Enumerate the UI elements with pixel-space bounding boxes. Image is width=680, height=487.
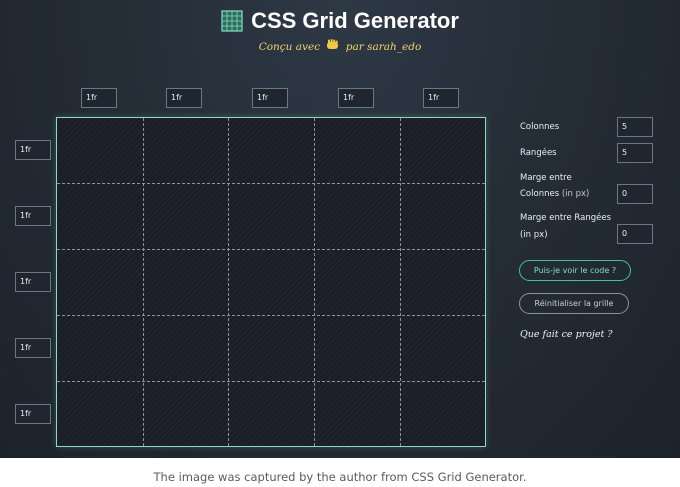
column-size-input-2[interactable]: 1fr	[166, 88, 202, 108]
subtitle: Conçu avec par sarah_edo	[0, 39, 680, 53]
grid-canvas[interactable]	[56, 117, 486, 447]
column-divider	[400, 118, 401, 446]
row-divider	[57, 315, 485, 316]
image-caption: The image was captured by the author fro…	[153, 470, 527, 484]
page-title: CSS Grid Generator	[221, 8, 459, 34]
row-size-input-5[interactable]: 1fr	[15, 404, 51, 424]
row-gap-unit: (in px)	[520, 230, 548, 240]
rows-count-input[interactable]: 5	[617, 143, 653, 163]
column-divider	[228, 118, 229, 446]
column-size-input-1[interactable]: 1fr	[81, 88, 117, 108]
row-divider	[57, 183, 485, 184]
column-gap-unit: (in px)	[561, 189, 590, 199]
title-text: CSS Grid Generator	[251, 8, 459, 33]
grid-logo-icon	[221, 10, 243, 32]
row-size-input-2[interactable]: 1fr	[15, 206, 51, 226]
title-row: CSS Grid Generator	[0, 8, 680, 36]
column-divider	[143, 118, 144, 446]
show-code-button[interactable]: Puis-je voir le code ?	[519, 260, 631, 281]
column-gap-label-text: Colonnes	[520, 189, 560, 199]
reset-grid-button[interactable]: Réinitialiser la grille	[519, 293, 629, 314]
waving-hand-icon	[326, 39, 339, 53]
row-gap-input[interactable]: 0	[617, 224, 653, 244]
column-size-input-4[interactable]: 1fr	[338, 88, 374, 108]
column-size-input-3[interactable]: 1fr	[252, 88, 288, 108]
subtitle-prefix: Conçu avec	[258, 41, 321, 53]
row-size-input-4[interactable]: 1fr	[15, 338, 51, 358]
columns-count-input[interactable]: 5	[617, 117, 653, 137]
row-size-input-1[interactable]: 1fr	[15, 140, 51, 160]
row-divider	[57, 381, 485, 382]
column-gap-input[interactable]: 0	[617, 184, 653, 204]
column-size-input-5[interactable]: 1fr	[423, 88, 459, 108]
columns-label: Colonnes	[520, 122, 560, 132]
row-size-input-3[interactable]: 1fr	[15, 272, 51, 292]
row-gap-label-line1: Marge entre Rangées	[520, 213, 612, 223]
app-window: CSS Grid Generator Conçu avec par sarah_…	[0, 0, 680, 458]
column-gap-label-line1: Marge entre	[520, 173, 572, 183]
row-divider	[57, 249, 485, 250]
column-divider	[314, 118, 315, 446]
column-gap-label-line2: Colonnes (in px)	[520, 189, 589, 199]
rows-label: Rangées	[520, 148, 557, 158]
about-project-link[interactable]: Que fait ce projet ?	[520, 329, 612, 340]
subtitle-suffix: par sarah_edo	[345, 41, 422, 53]
